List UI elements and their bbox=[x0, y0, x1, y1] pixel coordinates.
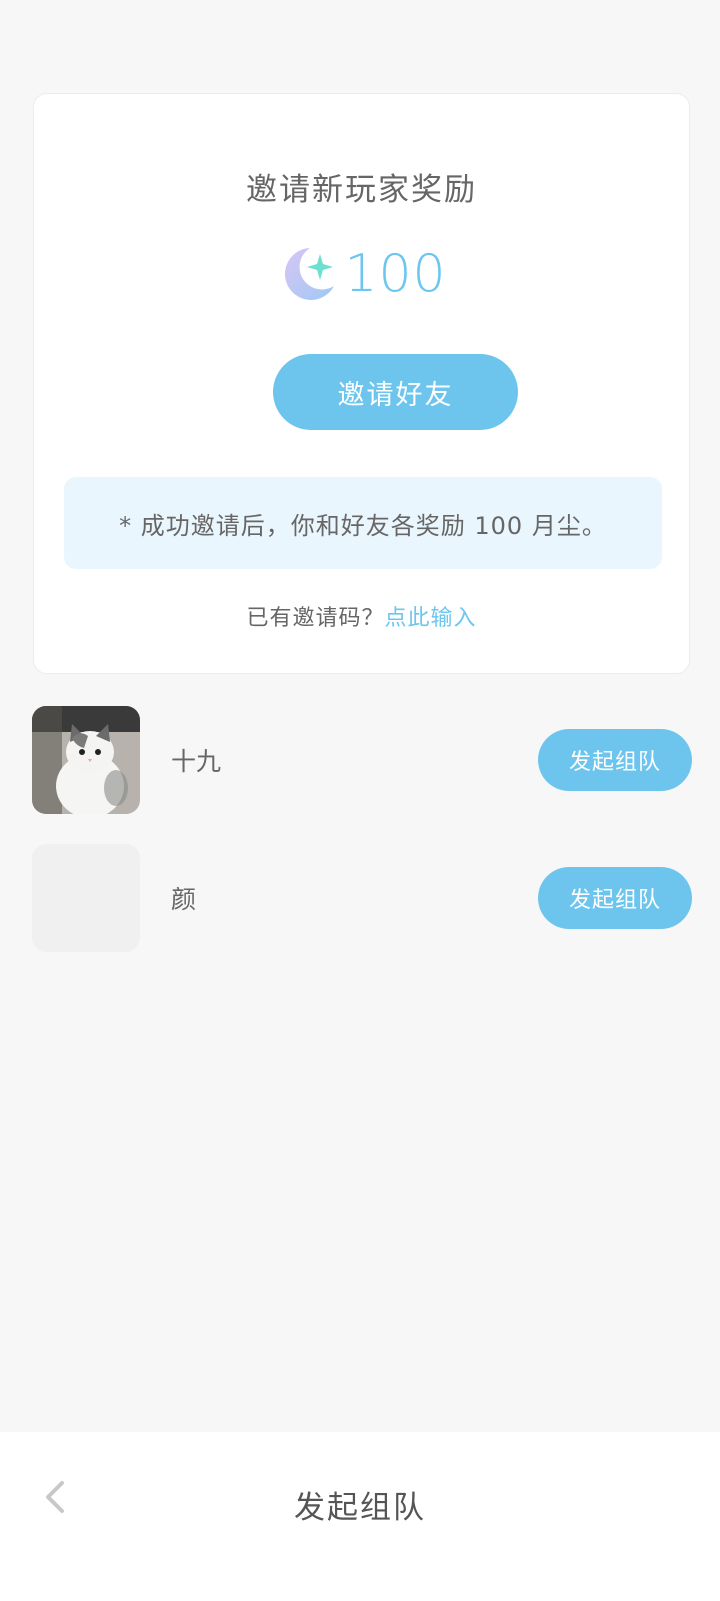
enter-code-link[interactable]: 点此输入 bbox=[385, 606, 477, 631]
friend-row: 十九 发起组队 bbox=[32, 706, 692, 814]
reward-amount: 100 bbox=[344, 244, 447, 304]
cat-photo-icon bbox=[32, 706, 140, 814]
start-team-button[interactable]: 发起组队 bbox=[538, 729, 692, 791]
page-title: 发起组队 bbox=[294, 1490, 426, 1526]
reward-row: 100 bbox=[34, 242, 689, 306]
friend-row: 颜 发起组队 bbox=[32, 844, 692, 952]
card-title: 邀请新玩家奖励 bbox=[246, 172, 477, 208]
bottom-bar: 发起组队 bbox=[0, 1432, 720, 1601]
invite-code-prompt: 已有邀请码？ bbox=[246, 606, 385, 631]
invite-friend-button[interactable]: 邀请好友 bbox=[273, 354, 518, 430]
invite-reward-card: 邀请新玩家奖励 100 邀请好友 * 成功邀请后，你和好友各奖励 100 月尘。… bbox=[33, 93, 690, 674]
start-team-button[interactable]: 发起组队 bbox=[538, 867, 692, 929]
page: 邀请新玩家奖励 100 邀请好友 * 成功邀请后，你和好友各奖励 100 月尘。… bbox=[0, 0, 720, 1601]
moon-star-icon bbox=[285, 248, 335, 300]
friend-name: 十九 bbox=[171, 747, 222, 776]
avatar bbox=[32, 706, 140, 814]
friend-name: 颜 bbox=[171, 885, 197, 914]
avatar-placeholder bbox=[32, 844, 140, 952]
reward-note-text: * 成功邀请后，你和好友各奖励 100 月尘。 bbox=[119, 511, 607, 540]
reward-note: * 成功邀请后，你和好友各奖励 100 月尘。 bbox=[64, 477, 662, 569]
invite-code-row: 已有邀请码？点此输入 bbox=[34, 600, 689, 632]
